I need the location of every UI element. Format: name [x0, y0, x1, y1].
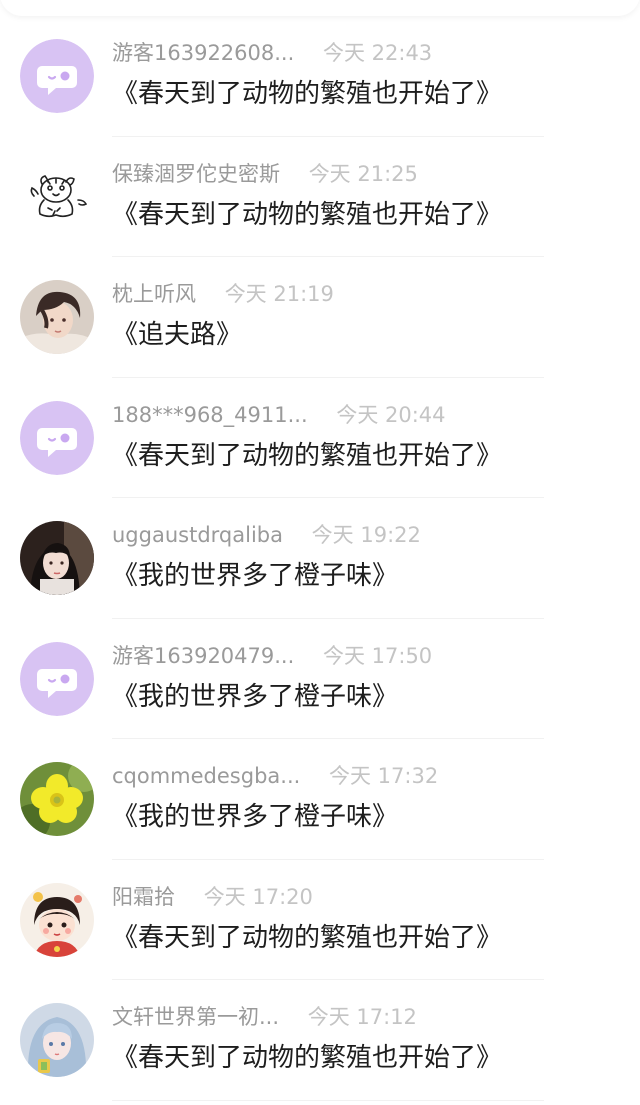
anime-girl-avatar[interactable]: [20, 1003, 94, 1077]
username[interactable]: 枕上听风: [112, 279, 196, 309]
username[interactable]: uggaustdrqaliba: [112, 520, 283, 550]
timestamp: 今天 22:43: [322, 41, 433, 65]
cartoon-girl-avatar[interactable]: [20, 882, 94, 957]
timestamp: 今天 17:12: [307, 1005, 417, 1029]
book-title[interactable]: 《我的世界多了橙子味》: [112, 799, 398, 835]
comment-meta: cqommedesgba... 今天 17:32: [112, 761, 438, 791]
username[interactable]: 文轩世界第一初...: [112, 1002, 279, 1032]
list-item[interactable]: 枕上听风 今天 21:19 《追夫路》: [0, 257, 640, 378]
book-title[interactable]: 《我的世界多了橙子味》: [112, 558, 398, 594]
timestamp: 今天 17:50: [322, 643, 433, 668]
comment-meta: 保臻涸罗佗史密斯 今天 21:25: [112, 159, 418, 189]
divider: [112, 1099, 544, 1101]
girl-photo-avatar[interactable]: [20, 521, 94, 595]
timestamp: 今天 21:25: [308, 161, 418, 186]
anime-boy-avatar[interactable]: [20, 280, 94, 354]
username[interactable]: 游客163920479...: [112, 641, 294, 671]
book-title[interactable]: 《春天到了动物的繁殖也开始了》: [112, 1040, 502, 1076]
comment-meta: 阳霜拾 今天 17:20: [112, 882, 313, 912]
comment-meta: 188***968_4911... 今天 20:44: [112, 400, 446, 430]
timestamp: 今天 20:44: [336, 402, 446, 427]
timestamp: 今天 21:19: [224, 282, 334, 306]
default-chat-bubble-avatar[interactable]: [20, 39, 94, 113]
username[interactable]: cqommedesgba...: [112, 761, 300, 791]
tiger-sketch-avatar[interactable]: [20, 159, 94, 234]
yellow-flower-avatar[interactable]: [20, 762, 94, 836]
username[interactable]: 阳霜拾: [112, 882, 175, 912]
list-item[interactable]: 188***968_4911... 今天 20:44 《春天到了动物的繁殖也开始…: [0, 378, 640, 498]
list-item[interactable]: 游客163920479... 今天 17:50 《我的世界多了橙子味》: [0, 619, 640, 739]
comment-meta: 枕上听风 今天 21:19: [112, 279, 334, 309]
timestamp: 今天 19:22: [311, 523, 421, 547]
book-title[interactable]: 《我的世界多了橙子味》: [112, 679, 398, 715]
list-item[interactable]: 文轩世界第一初... 今天 17:12 《春天到了动物的繁殖也开始了》: [0, 980, 640, 1101]
default-chat-bubble-avatar[interactable]: [20, 400, 94, 475]
default-chat-bubble-avatar[interactable]: [20, 641, 94, 716]
list-item[interactable]: uggaustdrqaliba 今天 19:22 《我的世界多了橙子味》: [0, 498, 640, 619]
top-sheet-edge: [0, 0, 640, 16]
book-title[interactable]: 《春天到了动物的繁殖也开始了》: [112, 197, 502, 233]
list-item[interactable]: 保臻涸罗佗史密斯 今天 21:25 《春天到了动物的繁殖也开始了》: [0, 137, 640, 257]
username[interactable]: 188***968_4911...: [112, 400, 308, 430]
book-title[interactable]: 《春天到了动物的繁殖也开始了》: [112, 76, 502, 112]
comment-list[interactable]: 游客163922608... 今天 22:43 《春天到了动物的繁殖也开始了》: [0, 16, 640, 1101]
book-title[interactable]: 《春天到了动物的繁殖也开始了》: [112, 438, 502, 474]
list-item[interactable]: 阳霜拾 今天 17:20 《春天到了动物的繁殖也开始了》: [0, 860, 640, 980]
comment-meta: 文轩世界第一初... 今天 17:12: [112, 1002, 417, 1032]
timestamp: 今天 17:20: [203, 884, 313, 909]
comment-meta: 游客163920479... 今天 17:50: [112, 641, 432, 671]
username[interactable]: 保臻涸罗佗史密斯: [112, 159, 280, 189]
book-title[interactable]: 《春天到了动物的繁殖也开始了》: [112, 920, 502, 956]
timestamp: 今天 17:32: [329, 764, 439, 788]
comment-list-page: 游客163922608... 今天 22:43 《春天到了动物的繁殖也开始了》: [0, 0, 640, 1105]
list-item[interactable]: cqommedesgba... 今天 17:32 《我的世界多了橙子味》: [0, 739, 640, 860]
comment-meta: 游客163922608... 今天 22:43: [112, 38, 432, 68]
comment-meta: uggaustdrqaliba 今天 19:22: [112, 520, 421, 550]
list-item[interactable]: 游客163922608... 今天 22:43 《春天到了动物的繁殖也开始了》: [0, 16, 640, 137]
book-title[interactable]: 《追夫路》: [112, 317, 242, 353]
username[interactable]: 游客163922608...: [112, 38, 294, 68]
